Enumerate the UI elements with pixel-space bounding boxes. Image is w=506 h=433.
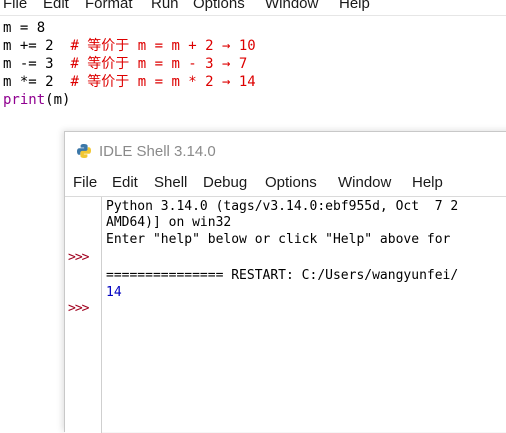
editor-code-area[interactable]: m = 8 m += 2 # 等价于 m = m + 2 → 10 m -= 3… <box>3 19 256 109</box>
editor-menu-edit[interactable]: Edit <box>43 0 69 12</box>
prompt-gutter: >>> >>> <box>65 197 102 433</box>
shell-program-output: 14 <box>106 285 122 300</box>
shell-prompt: >>> <box>68 250 90 265</box>
shell-menu-shell[interactable]: Shell <box>154 174 187 191</box>
shell-prompt: >>> <box>68 301 90 316</box>
editor-menu-format[interactable]: Format <box>85 0 133 12</box>
shell-banner-line: Python 3.14.0 (tags/v3.14.0:ebf955d, Oct… <box>106 199 459 214</box>
shell-banner-line: Enter "help" below or click "Help" above… <box>106 232 451 247</box>
code-builtin-print: print <box>3 92 46 108</box>
code-line-1: m = 8 <box>3 20 46 36</box>
code-comment: # 等价于 m = m - 3 → 7 <box>70 56 248 72</box>
shell-restart-line: =============== RESTART: C:/Users/wangyu… <box>106 268 459 283</box>
editor-menu-file[interactable]: File <box>3 0 27 12</box>
editor-menu-help[interactable]: Help <box>339 0 370 12</box>
shell-menubar: File Edit Shell Debug Options Window Hel… <box>65 172 506 196</box>
code-line-5: print(m) <box>3 92 71 108</box>
shell-window-title: IDLE Shell 3.14.0 <box>99 143 216 160</box>
shell-banner-line: AMD64)] on win32 <box>106 215 232 230</box>
shell-menu-edit[interactable]: Edit <box>112 174 138 191</box>
editor-menu-options[interactable]: Options <box>193 0 245 12</box>
code-line-2: m += 2 # 等价于 m = m + 2 → 10 <box>3 38 256 54</box>
editor-menu-window[interactable]: Window <box>265 0 318 12</box>
code-comment: # 等价于 m = m + 2 → 10 <box>70 38 256 54</box>
shell-menu-options[interactable]: Options <box>265 174 317 191</box>
python-logo-icon <box>77 144 91 158</box>
idle-shell-window[interactable]: IDLE Shell 3.14.0 File Edit Shell Debug … <box>64 131 506 433</box>
shell-menu-help[interactable]: Help <box>412 174 443 191</box>
editor-menubar: File Edit Format Run Options Window Help <box>0 0 506 16</box>
code-line-3: m -= 3 # 等价于 m = m - 3 → 7 <box>3 56 248 72</box>
shell-titlebar[interactable]: IDLE Shell 3.14.0 <box>65 132 506 170</box>
code-comment: # 等价于 m = m * 2 → 14 <box>70 74 256 90</box>
editor-menu-run[interactable]: Run <box>151 0 179 12</box>
shell-menu-debug[interactable]: Debug <box>203 174 247 191</box>
shell-menu-window[interactable]: Window <box>338 174 391 191</box>
shell-menu-file[interactable]: File <box>73 174 97 191</box>
code-line-4: m *= 2 # 等价于 m = m * 2 → 14 <box>3 74 256 90</box>
shell-output-area[interactable]: >>> >>> Python 3.14.0 (tags/v3.14.0:ebf9… <box>65 196 506 433</box>
